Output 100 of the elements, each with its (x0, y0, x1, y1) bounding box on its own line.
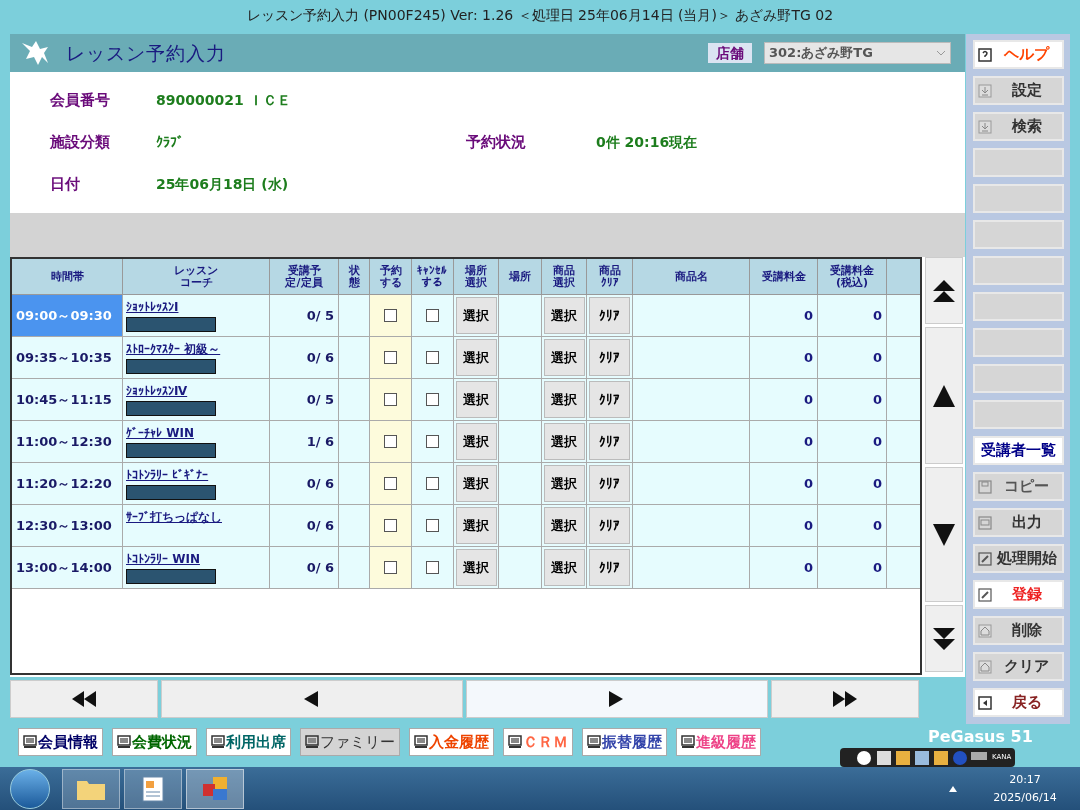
clear-button[interactable]: ｸﾘｱ (589, 381, 630, 418)
select-button[interactable]: 選択 (455, 339, 497, 376)
time-cell[interactable]: 13:00～14:00 (12, 547, 123, 589)
checkbox[interactable] (384, 309, 397, 322)
scroll-bottom-button[interactable] (925, 605, 963, 672)
checkbox[interactable] (426, 393, 439, 406)
start-button[interactable] (10, 768, 50, 809)
select-button[interactable]: 選択 (455, 297, 497, 334)
select-button[interactable]: 選択 (455, 507, 497, 544)
clear-button[interactable]: ｸﾘｱ (589, 549, 630, 586)
scroll-down-button[interactable] (925, 467, 963, 602)
column-header: 受講予定/定員 (284, 264, 324, 289)
clear-button[interactable]: ｸﾘｱ (589, 297, 630, 334)
scroll-top-button[interactable] (925, 257, 963, 324)
side-button[interactable]: 出力 (972, 508, 1064, 537)
checkbox[interactable] (426, 561, 439, 574)
column-header: 商品名 (674, 270, 708, 283)
select-button[interactable]: 選択 (543, 465, 585, 502)
side-button[interactable]: 検索 (972, 112, 1064, 141)
house-icon (977, 623, 992, 638)
footer-button[interactable]: 会員情報 (18, 728, 103, 756)
house-icon (977, 659, 992, 674)
field-label: 会員番号 (50, 90, 111, 112)
select-button[interactable]: 選択 (455, 465, 497, 502)
checkbox[interactable] (384, 393, 397, 406)
side-button[interactable]: クリア (972, 652, 1064, 681)
monitor-icon (305, 735, 319, 749)
select-button[interactable]: 選択 (543, 507, 585, 544)
fee-cell: 0 (750, 547, 818, 589)
select-button[interactable]: 選択 (543, 549, 585, 586)
folder-taskbar-button[interactable] (62, 768, 120, 809)
select-button[interactable]: 選択 (543, 339, 585, 376)
select-button[interactable]: 選択 (543, 381, 585, 418)
last-page-button[interactable] (771, 680, 919, 718)
column-header: 場所 (509, 270, 531, 283)
side-button[interactable]: コピー (972, 472, 1064, 501)
monitor-icon (587, 735, 601, 749)
footer-button[interactable]: 進級履歴 (676, 728, 761, 756)
select-button[interactable]: 選択 (543, 297, 585, 334)
footer-button[interactable]: ファミリー (300, 728, 400, 756)
side-button[interactable]: 戻る (972, 688, 1064, 717)
field-value: 25年06月18日 (水) (156, 175, 290, 194)
side-button[interactable]: 処理開始 (972, 544, 1064, 573)
column-header: レッスンコーチ (173, 264, 219, 289)
column-header: 状態 (347, 264, 361, 289)
checkbox[interactable] (384, 519, 397, 532)
checkbox[interactable] (384, 435, 397, 448)
checkbox[interactable] (384, 477, 397, 490)
dropdown-caret-icon (936, 50, 946, 56)
column-header: 場所選択 (464, 264, 488, 289)
tray-up-arrow-icon[interactable] (949, 785, 957, 792)
lesson-name[interactable]: ｽﾄﾛｰｸﾏｽﾀｰ 初級～ (126, 340, 221, 358)
checkbox[interactable] (426, 477, 439, 490)
select-button[interactable]: 選択 (543, 423, 585, 460)
side-button[interactable]: 登録 (972, 580, 1064, 609)
back-icon (977, 695, 992, 710)
first-page-button[interactable] (10, 680, 158, 718)
monitor-icon (681, 735, 695, 749)
checkbox[interactable] (426, 435, 439, 448)
clock-date: 2025/06/14 (993, 789, 1057, 806)
app-taskbar-button[interactable] (186, 768, 244, 809)
footer-button[interactable]: 利用出席 (206, 728, 291, 756)
column-header: 受講料金 (761, 270, 806, 283)
field-value: 890000021 ＩＣＥ (156, 91, 292, 110)
checkbox[interactable] (426, 351, 439, 364)
clear-button[interactable]: ｸﾘｱ (589, 423, 630, 460)
checkbox[interactable] (426, 309, 439, 322)
monitor-icon (508, 735, 522, 749)
store-value: 302:あざみ野TG (769, 44, 873, 63)
lesson-name[interactable]: ﾄｺﾄﾝﾗﾘｰ WIN (126, 550, 200, 568)
clear-button[interactable]: ｸﾘｱ (589, 507, 630, 544)
monitor-icon (414, 735, 428, 749)
scroll-up-button[interactable] (925, 327, 963, 464)
help-icon (977, 47, 992, 62)
clear-button[interactable]: ｸﾘｱ (589, 339, 630, 376)
side-button[interactable]: 設定 (972, 76, 1064, 105)
checkbox[interactable] (384, 561, 397, 574)
document-icon (141, 775, 165, 802)
lesson-name[interactable]: ｼｮｯﾄﾚｯｽﾝⅠ (126, 298, 179, 316)
footer-button[interactable]: 振替履歴 (582, 728, 667, 756)
select-button[interactable]: 選択 (455, 423, 497, 460)
app-window-icon (201, 775, 229, 802)
document-taskbar-button[interactable] (124, 768, 182, 809)
side-button[interactable]: 受講者一覧 (972, 436, 1064, 465)
lesson-name[interactable]: ｹﾞｰﾁｬﾚ WIN (126, 424, 194, 442)
checkbox[interactable] (426, 519, 439, 532)
double-left-arrow-icon (70, 689, 98, 709)
footer-button[interactable]: 会費状況 (112, 728, 197, 756)
select-button[interactable]: 選択 (455, 381, 497, 418)
store-dropdown[interactable]: 302:あざみ野TG (764, 42, 951, 64)
lesson-name[interactable]: ｻｰﾌﾞ打ちっぱなし (126, 508, 222, 526)
clear-button[interactable]: ｸﾘｱ (589, 465, 630, 502)
lesson-name[interactable]: ﾄｺﾄﾝﾗﾘｰ ﾋﾞｷﾞﾅｰ (126, 466, 209, 484)
lesson-name[interactable]: ｼｮｯﾄﾚｯｽﾝⅣ (126, 382, 188, 400)
field-label: 日付 (50, 174, 81, 196)
download-icon (977, 83, 992, 98)
select-button[interactable]: 選択 (455, 549, 497, 586)
side-button[interactable]: 削除 (972, 616, 1064, 645)
checkbox[interactable] (384, 351, 397, 364)
footer-button[interactable]: 入金履歴 (409, 728, 494, 756)
